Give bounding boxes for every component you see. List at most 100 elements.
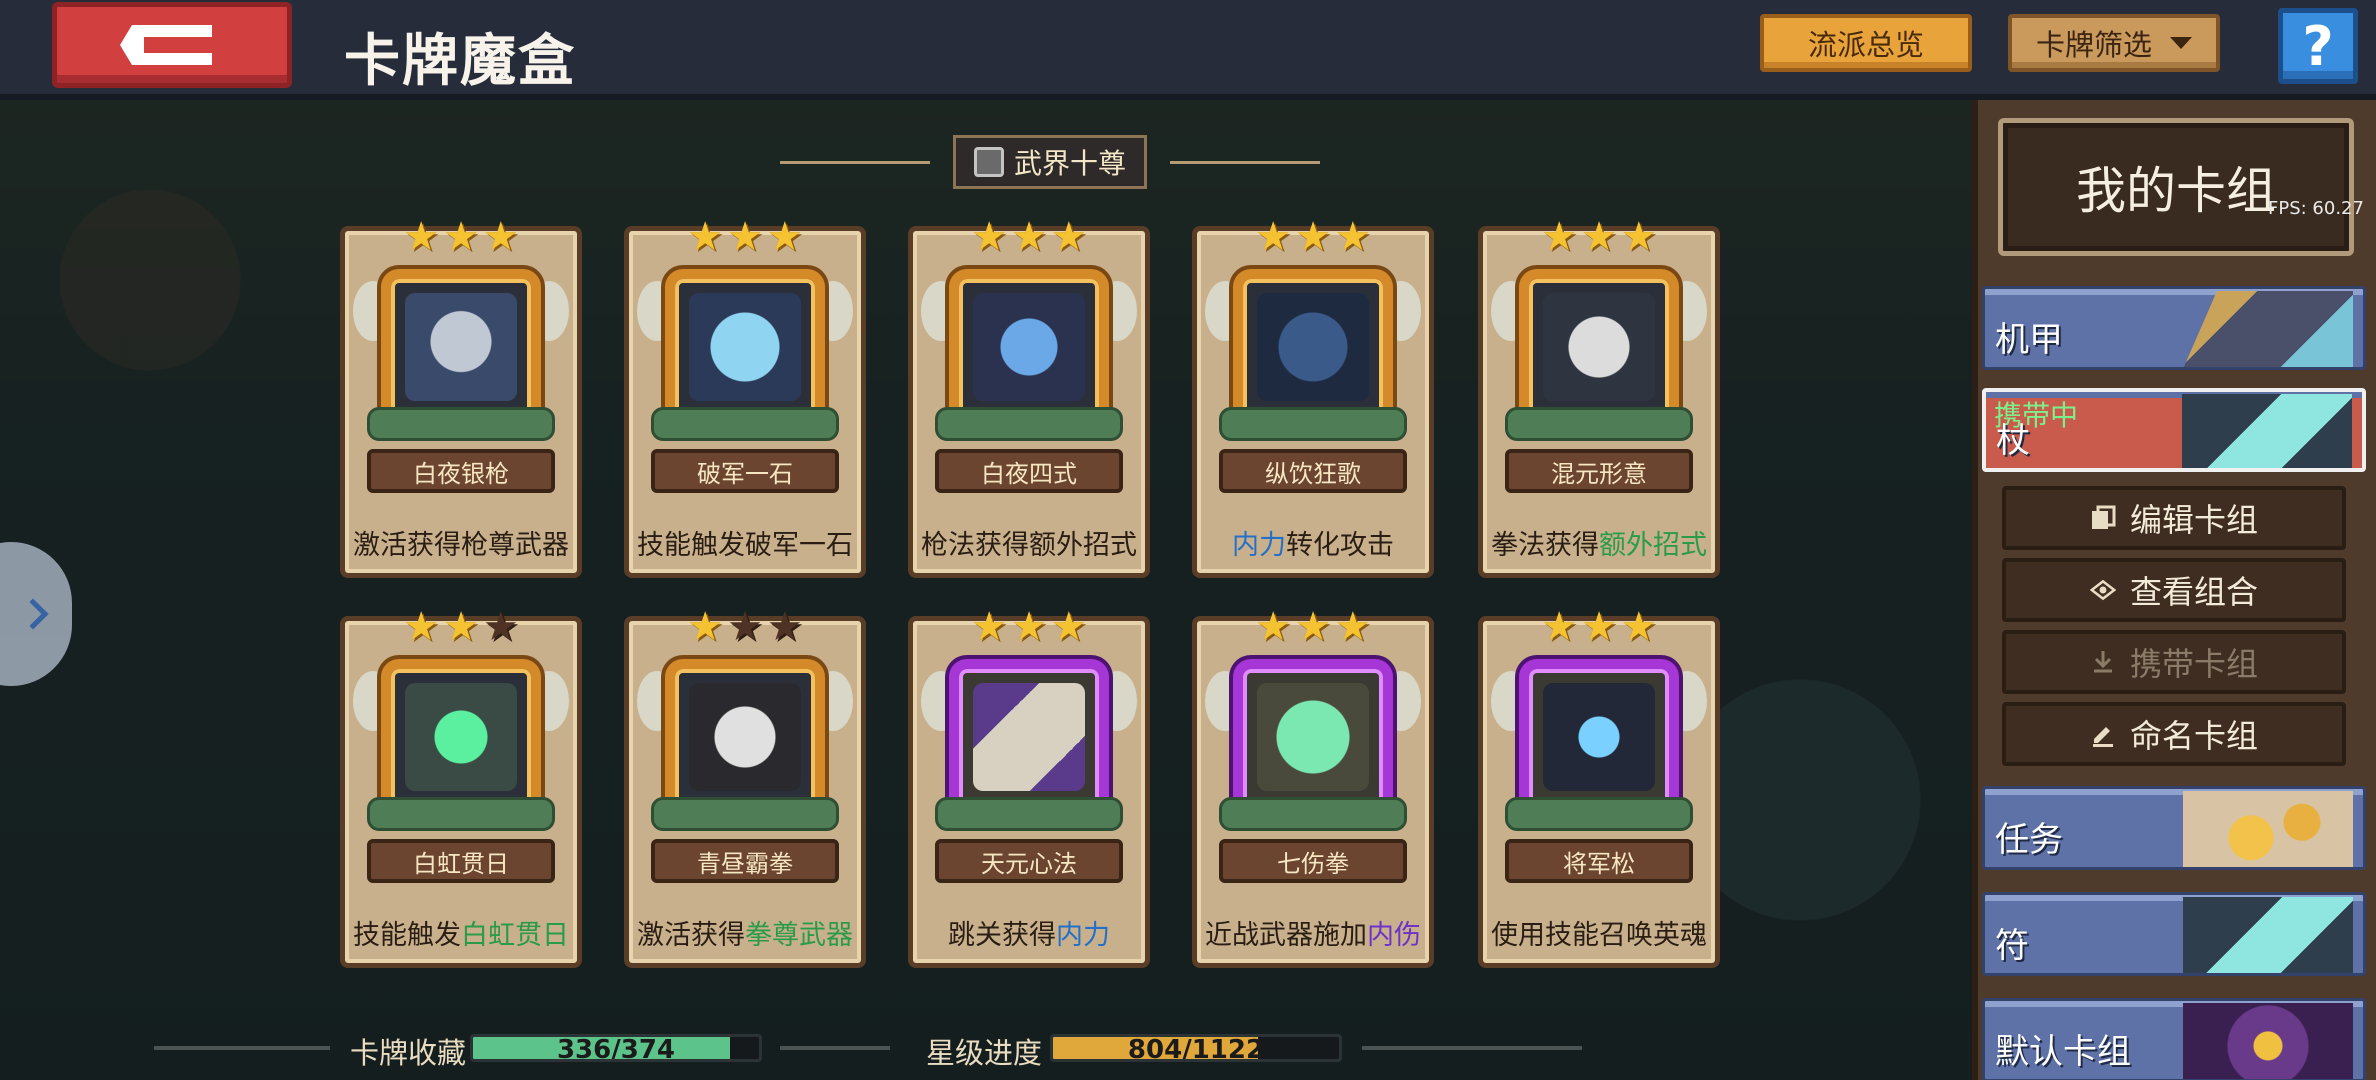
card-name: 白夜四式	[935, 449, 1123, 493]
card-description-segment: 内伤	[1367, 919, 1421, 951]
deck-item-quest[interactable]: 任务	[1982, 786, 2366, 870]
star-icon: ★	[766, 214, 803, 260]
card[interactable]: ★ ★ ★ 将军松 使用技能召唤英魂	[1478, 607, 1720, 968]
card-description-segment: 近战武器施加	[1205, 919, 1367, 951]
rename-deck-label: 命名卡组	[2129, 717, 2258, 755]
star-icon: ★	[1050, 604, 1087, 650]
star-icon: ★	[687, 604, 724, 650]
leaf-ornament	[1505, 797, 1693, 831]
section-title-plate: 武界十尊	[952, 135, 1147, 189]
star-icon: ★	[971, 604, 1008, 650]
card-description-segment: 内力	[1232, 529, 1286, 561]
rename-deck-button[interactable]: 命名卡组	[2002, 702, 2346, 766]
card-description: 使用技能召唤英魂	[1478, 901, 1720, 963]
card-description-segment: 拳尊武器	[745, 919, 853, 951]
talisman-portrait-icon	[2183, 897, 2353, 973]
download-icon	[2090, 649, 2116, 675]
card-description-segment: 额外招式	[1599, 529, 1707, 561]
card[interactable]: ★ ★ ★ 纵饮狂歌 内力 转化攻击	[1192, 217, 1434, 578]
card-art-frame	[1233, 269, 1393, 425]
card-description-segment: 跳关获得	[948, 919, 1056, 951]
card-name: 青昼霸拳	[651, 839, 839, 883]
chevron-right-icon	[17, 598, 49, 630]
deck-panel-title: 我的卡组	[1998, 118, 2354, 256]
card[interactable]: ★ ★ ★ 破军一石 技能触发破军一石	[624, 217, 866, 578]
divider	[780, 161, 930, 164]
star-icon: ★	[1581, 604, 1617, 650]
deck-item-label: 符	[1995, 926, 2029, 966]
card-stars: ★ ★ ★	[1483, 607, 1715, 647]
star-icon: ★	[971, 214, 1008, 260]
leaf-ornament	[1219, 407, 1407, 441]
divider	[780, 1046, 890, 1050]
card-description-segment: 枪法获得额外招式	[921, 529, 1137, 561]
deck-item-talisman[interactable]: 符	[1982, 892, 2366, 976]
edit-deck-button[interactable]: 编辑卡组	[2002, 486, 2346, 550]
divider	[1362, 1046, 1582, 1050]
card-description: 枪法获得额外招式	[908, 511, 1150, 573]
card-name: 白虹贯日	[367, 839, 555, 883]
card-description-segment: 白虹贯日	[461, 919, 569, 951]
star-icon: ★	[1295, 214, 1331, 260]
page-title: 卡牌魔盒	[344, 29, 576, 94]
leaf-ornament	[935, 407, 1123, 441]
back-button[interactable]	[52, 2, 292, 88]
deck-item-mecha[interactable]: 机甲	[1982, 286, 2366, 370]
card-description-segment: 激活获得枪尊武器	[353, 529, 569, 561]
star-icon: ★	[443, 214, 479, 260]
card-art-icon	[689, 683, 801, 791]
leaf-ornament	[367, 407, 555, 441]
card-description-segment: 使用技能召唤英魂	[1491, 919, 1707, 951]
deck-item-staff[interactable]: 携带中 杖	[1982, 388, 2366, 472]
copy-icon	[2090, 505, 2116, 531]
card-art-icon	[689, 293, 801, 401]
card-art-frame	[381, 659, 541, 815]
card-stars: ★ ★ ★	[629, 607, 861, 647]
card-art-icon	[1543, 683, 1655, 791]
card-filter-dropdown[interactable]: 卡牌筛选	[2008, 14, 2220, 72]
card[interactable]: ★ ★ ★ 白夜四式 枪法获得额外招式	[908, 217, 1150, 578]
card-art-icon	[405, 683, 517, 791]
school-overview-button[interactable]: 流派总览	[1760, 14, 1972, 72]
card-filter-label: 卡牌筛选	[2035, 28, 2152, 62]
star-progress-text: 804/1122	[1127, 1035, 1265, 1062]
star-icon: ★	[1295, 604, 1331, 650]
card[interactable]: ★ ★ ★ 七伤拳 近战武器施加 内伤	[1192, 607, 1434, 968]
card-description: 近战武器施加 内伤	[1192, 901, 1434, 963]
fps-counter: FPS: 60.27	[2268, 198, 2364, 219]
star-icon: ★	[687, 214, 724, 260]
card-art-frame	[665, 269, 825, 425]
card[interactable]: ★ ★ ★ 青昼霸拳激活获得 拳尊武器	[624, 607, 866, 968]
divider	[154, 1046, 330, 1050]
card[interactable]: ★ ★ ★ 白虹贯日 技能触发 白虹贯日	[340, 607, 582, 968]
card-stars: ★ ★ ★	[913, 607, 1145, 647]
card[interactable]: ★ ★ ★ 混元形意 拳法获得 额外招式	[1478, 217, 1720, 578]
back-arrow-icon	[120, 25, 212, 65]
card-art-icon	[1257, 293, 1369, 401]
deck-item-default[interactable]: 默认卡组	[1982, 998, 2366, 1080]
carry-deck-button[interactable]: 携带卡组	[2002, 630, 2346, 694]
card-art-frame	[949, 659, 1109, 815]
star-icon: ★	[1620, 604, 1657, 650]
card[interactable]: ★ ★ ★ 白夜银枪 激活获得枪尊武器	[340, 217, 582, 578]
card-description: 跳关获得 内力	[908, 901, 1150, 963]
star-icon: ★	[403, 214, 440, 260]
leaf-ornament	[651, 407, 839, 441]
help-button[interactable]: ?	[2278, 8, 2358, 84]
card-description-segment: 激活获得	[637, 919, 745, 951]
leaf-ornament	[1219, 797, 1407, 831]
card-art-frame	[1519, 269, 1679, 425]
leaf-ornament	[651, 797, 839, 831]
card-name: 白夜银枪	[367, 449, 555, 493]
card-art-icon	[973, 293, 1085, 401]
card-stars: ★ ★ ★	[629, 217, 861, 257]
card[interactable]: ★ ★ ★ 天元心法 跳关获得 内力	[908, 607, 1150, 968]
coins-portrait-icon	[2183, 791, 2353, 867]
view-combo-button[interactable]: 查看组合	[2002, 558, 2346, 622]
boss-portrait-icon	[2183, 1003, 2353, 1079]
star-icon: ★	[1011, 604, 1047, 650]
star-icon: ★	[1255, 214, 1292, 260]
card-art-frame	[1519, 659, 1679, 815]
card-name: 七伤拳	[1219, 839, 1407, 883]
star-icon: ★	[1334, 214, 1371, 260]
